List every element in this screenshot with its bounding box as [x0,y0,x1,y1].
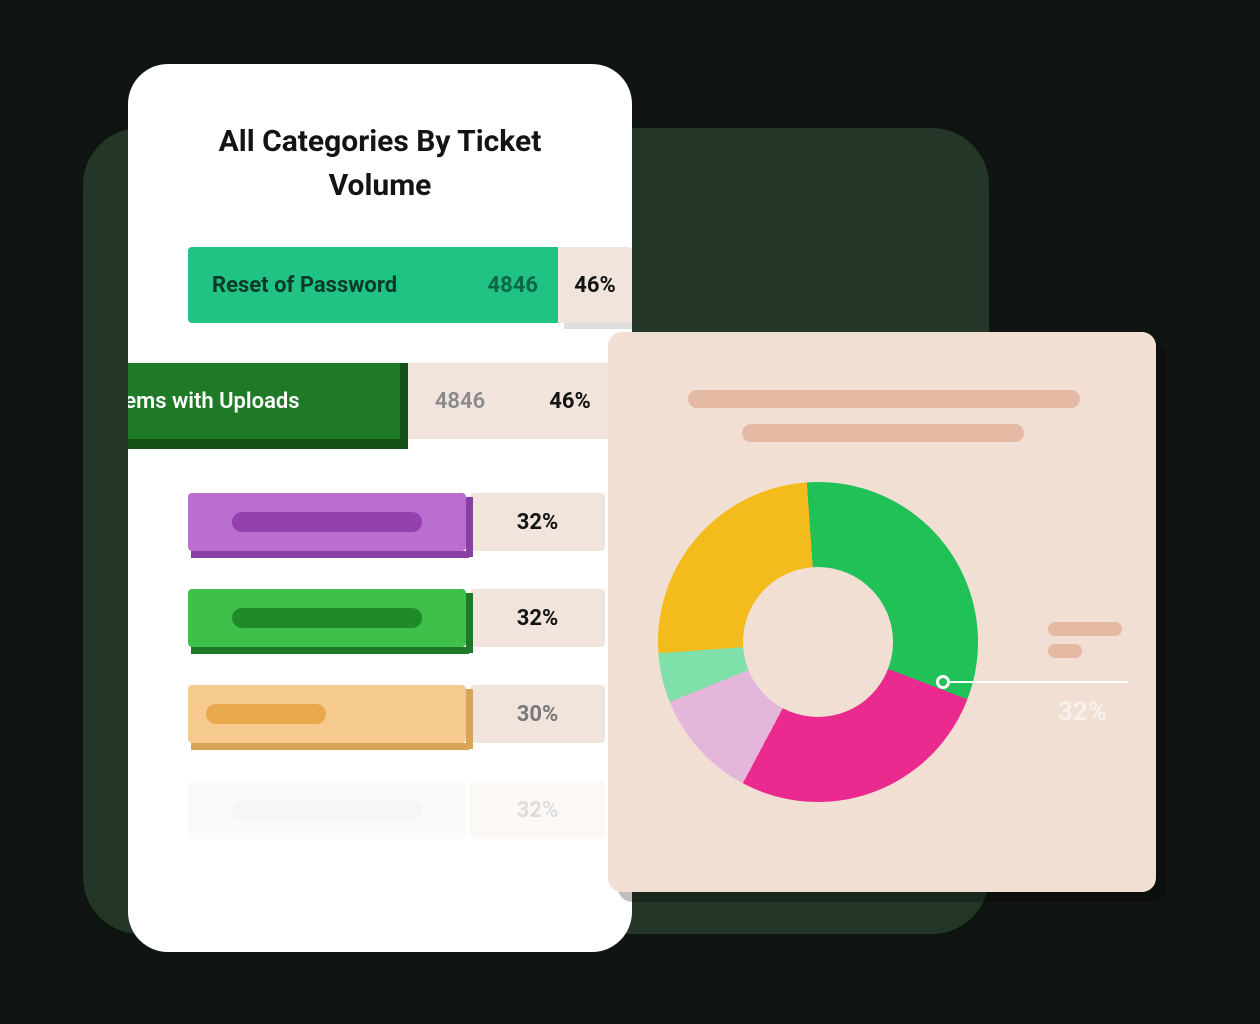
placeholder-line [688,390,1080,408]
donut-callout-label: 32% [1058,697,1107,727]
bar-percent: 32% [470,781,605,839]
bar-count: 4846 [400,363,520,439]
bar-count: 4846 [488,273,539,298]
bar-percent: 32% [470,589,605,647]
bar-gray [188,781,466,849]
bar-row-purple: 32% [188,493,632,561]
bar-row-reset-password: Reset of Password 4846 46% [188,247,632,323]
bar-purple [188,493,466,561]
bar-label: Reset of Password [212,273,397,298]
bar-orange [188,685,466,753]
bar-percent: 32% [470,493,605,551]
donut-card: 32% [608,332,1156,892]
bar-row-problems-uploads: Problems with Uploads 4846 46% [128,363,632,439]
bar-label: Problems with Uploads [128,389,300,414]
bar-percent: 30% [470,685,605,743]
legend-placeholder [1048,622,1122,636]
bar-row-green: 32% [188,589,632,657]
bar-green [188,589,466,657]
bar-percent: 46% [520,363,620,439]
donut-chart [658,482,978,802]
bar-row-orange: 30% [188,685,632,753]
placeholder-line [742,424,1024,442]
legend-placeholder [1048,644,1082,658]
bar-percent: 46% [558,247,632,323]
categories-card: All Categories By Ticket Volume Reset of… [128,64,632,952]
card-title: All Categories By Ticket Volume [128,120,632,247]
callout-dot [936,675,950,689]
bar-row-faded: 32% [188,781,632,849]
